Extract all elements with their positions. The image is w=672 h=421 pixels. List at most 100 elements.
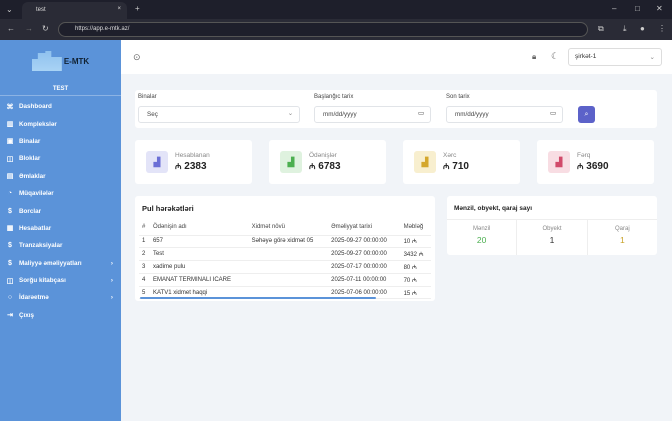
sidebar-item-label: Tranzaksiyalar (19, 242, 63, 250)
buildings-icon: ▥ (6, 121, 14, 129)
table-cell: 4 (139, 273, 150, 287)
sidebar-item-10[interactable]: ◫ Sorğu kitabçası › (0, 272, 121, 289)
dollar-icon: $ (8, 242, 12, 250)
sidebar: E-MTK TEST ⌘ Dashboard ▥ Komplekslər ▣ Binala… (0, 40, 121, 421)
table-cell (248, 247, 329, 262)
counts-card: Mənzil, obyekt, qaraj sayı Mənzil 20 Obyek… (447, 196, 657, 255)
stat-value: ₼ 3690 (577, 161, 609, 172)
sidebar-item-label: Maliyyə əməliyyatları (19, 259, 82, 267)
table-cell: 70 ₼ (400, 273, 431, 287)
horizontal-scrollbar[interactable] (140, 297, 376, 299)
sidebar-item-4[interactable]: ▤ Əmlaklar (0, 168, 121, 185)
sidebar-item-8[interactable]: $ Tranzaksiyalar (0, 237, 121, 254)
table-cell: Səhəyə görə xidmət 05 (248, 235, 329, 249)
menu-icon[interactable]: ⋮ (658, 24, 666, 33)
reload-icon[interactable]: ↻ (42, 24, 49, 33)
url-text: https://app.e-mtk.az/ (75, 26, 130, 32)
logout-icon: ⇥ (7, 312, 13, 320)
sidebar-item-7[interactable]: ▦ Hesabatlar (0, 220, 121, 237)
table-row: 4 EMANAT TERMINALI ICARE 2025-07-11 00:00:… (139, 273, 431, 287)
sidebar-item-0[interactable]: ⌘ Dashboard (0, 98, 121, 115)
table-cell: 10 ₼ (400, 235, 431, 249)
table-cell: 3432 ₼ (400, 247, 431, 262)
table-cell: 2025-09-27 00:00:00 (328, 235, 401, 249)
contract-icon: ◔ (7, 190, 13, 198)
tab-list-icon[interactable]: ⌄ (6, 5, 13, 14)
bar-chart-icon: ▟ (414, 151, 436, 173)
table-cell: Test (149, 247, 249, 262)
calendar-icon[interactable]: ▭ (550, 110, 556, 117)
sidebar-item-label: Dashboard (19, 103, 52, 111)
close-tab-icon[interactable]: × (117, 6, 121, 12)
building-icon: ▣ (6, 138, 14, 146)
count-value: 1 (549, 235, 555, 245)
book-icon: ◫ (6, 277, 14, 285)
table-cell (248, 273, 329, 287)
count-value: 1 (619, 235, 625, 245)
sidebar-item-5[interactable]: ◔ Müqavilələr (0, 185, 121, 202)
profile-icon[interactable]: ● (640, 24, 645, 33)
calendar-icon[interactable]: ▭ (418, 110, 424, 117)
minimize-icon[interactable]: – (612, 4, 616, 13)
stat-title: Xərc (443, 152, 457, 159)
browser-tab[interactable]: test × (22, 2, 127, 19)
column-header: Məbləğ (400, 220, 431, 236)
counts-title: Mənzil, obyekt, qaraj sayı (454, 205, 533, 212)
column-header: Ödənişin adı (149, 220, 249, 236)
table-cell: 2025-09-27 00:00:00 (328, 247, 401, 262)
counts-grid: Mənzil 20 Obyekt 1 Qaraj 1 (447, 219, 657, 255)
sidebar-subtitle: TEST (0, 82, 121, 96)
sidebar-item-label: Bloklar (19, 155, 41, 163)
stat-amount: 6783 (318, 161, 341, 172)
toggle-sidebar-icon[interactable]: ⊙ (133, 52, 141, 63)
sidebar-item-2[interactable]: ▣ Binalar (0, 133, 121, 150)
dark-mode-icon[interactable]: ☾ (551, 51, 559, 62)
stat-value: ₼ 2383 (175, 161, 207, 172)
address-bar[interactable]: https://app.e-mtk.az/ (58, 22, 588, 37)
table-cell: 3 (139, 260, 150, 274)
table-cell: EMANAT TERMINALI ICARE (149, 273, 249, 287)
close-window-icon[interactable]: ✕ (656, 4, 663, 13)
extensions-icon[interactable]: ⧉ (598, 24, 604, 34)
maximize-icon[interactable]: □ (635, 4, 640, 13)
sidebar-item-label: Çıxış (19, 311, 35, 319)
lock-icon[interactable]: 🔒︎ (532, 52, 536, 62)
sidebar-item-1[interactable]: ▥ Komplekslər (0, 115, 121, 132)
manat-icon: ₼ (443, 162, 450, 171)
forward-icon[interactable]: → (25, 24, 33, 33)
table-cell: xadime pulu (149, 260, 249, 274)
bar-chart-icon: ▟ (146, 151, 168, 173)
stat-title: Ödənişlər (309, 152, 337, 159)
logo[interactable]: E-MTK (0, 40, 121, 82)
sidebar-item-label: Komplekslər (19, 120, 57, 128)
download-icon[interactable]: ⤓ (623, 24, 627, 34)
sidebar-item-11[interactable]: ○ İdarəetmə › (0, 289, 121, 306)
sidebar-item-label: Müqavilələr (19, 190, 54, 198)
circle-icon: ○ (7, 294, 13, 302)
back-icon[interactable]: ← (7, 24, 15, 33)
chevron-down-icon: ⌄ (287, 110, 293, 117)
sidebar-item-label: Əmlaklar (19, 172, 46, 180)
sidebar-item-12[interactable]: ⇥ Çıxış (0, 307, 121, 324)
end-date-input[interactable]: mm/dd/yyyy ▭ (446, 106, 563, 123)
new-tab-icon[interactable]: + (135, 4, 140, 13)
bar-chart-icon: ▟ (548, 151, 570, 173)
manat-icon: ₼ (577, 162, 584, 171)
buildings-select[interactable]: Seç ⌄ (138, 106, 300, 123)
sidebar-item-3[interactable]: ◫ Bloklar (0, 150, 121, 167)
buildings-value: Seç (147, 111, 158, 118)
chevron-right-icon: › (110, 277, 113, 285)
sidebar-item-9[interactable]: $ Maliyyə əməliyyatları › (0, 255, 121, 272)
stat-title: Fərq (577, 152, 591, 159)
tab-title: test (36, 7, 46, 13)
logo-text: E-MTK (63, 56, 90, 66)
start-date-placeholder: mm/dd/yyyy (323, 111, 357, 118)
sidebar-item-6[interactable]: $ Borclar (0, 202, 121, 219)
search-icon: ⌕ (584, 111, 589, 118)
company-select[interactable]: şirkət-1 ⌄ (568, 48, 662, 66)
report-icon: ▦ (6, 225, 14, 233)
search-button[interactable]: ⌕ (578, 106, 595, 123)
bar-chart-icon: ▟ (280, 151, 302, 173)
start-date-input[interactable]: mm/dd/yyyy ▭ (314, 106, 431, 123)
columns-icon: ◫ (6, 155, 14, 163)
